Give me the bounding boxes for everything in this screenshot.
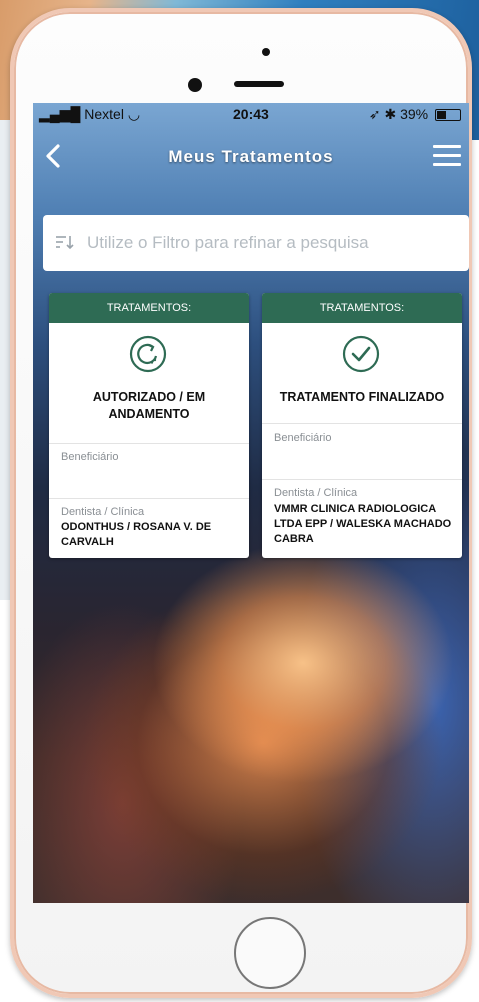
status-bar: ▂▄▆█ Nextel ◡ 20:43 ➶ ✱ 39% <box>33 103 469 125</box>
camera-dot <box>262 48 270 56</box>
filter-icon <box>55 234 75 252</box>
card-divider <box>49 498 249 499</box>
bluetooth-icon: ✱ <box>384 106 397 122</box>
status-right: ➶ ✱ 39% <box>369 106 461 123</box>
carrier-label: Nextel <box>84 106 124 122</box>
hamburger-line <box>433 154 461 157</box>
filter-search-box[interactable]: Utilize o Filtro para refinar a pesquisa <box>43 215 469 271</box>
battery-icon <box>435 109 461 122</box>
treatment-status: AUTORIZADO / EM ANDAMENTO <box>92 390 206 421</box>
app-screen: ▂▄▆█ Nextel ◡ 20:43 ➶ ✱ 39% Meus Tratame… <box>33 103 469 903</box>
hamburger-line <box>433 145 461 148</box>
card-header: TRATAMENTOS: <box>49 293 249 323</box>
beneficiary-label: Beneficiário <box>61 451 119 463</box>
card-divider <box>262 423 462 424</box>
location-icon: ➶ <box>368 106 381 122</box>
check-circle-icon <box>342 335 380 373</box>
signal-icon: ▂▄▆█ <box>39 106 81 122</box>
status-time: 20:43 <box>233 106 269 122</box>
menu-button[interactable] <box>433 145 461 169</box>
card-divider <box>49 443 249 444</box>
navigation-bar: Meus Tratamentos <box>33 133 469 179</box>
dentist-label: Dentista / Clínica <box>61 506 145 518</box>
treatment-card[interactable]: TRATAMENTOS: TRATAMENTO FINALIZADO Benef… <box>262 293 462 558</box>
beneficiary-label: Beneficiário <box>274 432 332 444</box>
treatment-card[interactable]: TRATAMENTOS: AUTORIZADO / EM ANDAMENTO B… <box>49 293 249 558</box>
card-header: TRATAMENTOS: <box>262 293 462 323</box>
battery-percent: 39% <box>400 106 429 122</box>
page-title: Meus Tratamentos <box>168 147 334 166</box>
hamburger-line <box>433 163 461 166</box>
dentist-value: ODONTHUS / ROSANA V. DE CARVALH <box>61 521 212 548</box>
treatment-status: TRATAMENTO FINALIZADO <box>279 390 445 404</box>
refresh-icon <box>129 335 167 373</box>
home-button[interactable] <box>234 917 306 989</box>
dentist-label: Dentista / Clínica <box>274 487 358 499</box>
card-divider <box>262 479 462 480</box>
carrier-signal: ▂▄▆█ Nextel ◡ <box>39 106 140 123</box>
earpiece-speaker <box>234 81 284 87</box>
filter-input-placeholder[interactable]: Utilize o Filtro para refinar a pesquisa <box>87 233 369 253</box>
front-sensor <box>188 78 202 92</box>
wifi-icon: ◡ <box>127 106 141 122</box>
dentist-value: VMMR CLINICA RADIOLOGICA LTDA EPP / WALE… <box>274 503 452 545</box>
